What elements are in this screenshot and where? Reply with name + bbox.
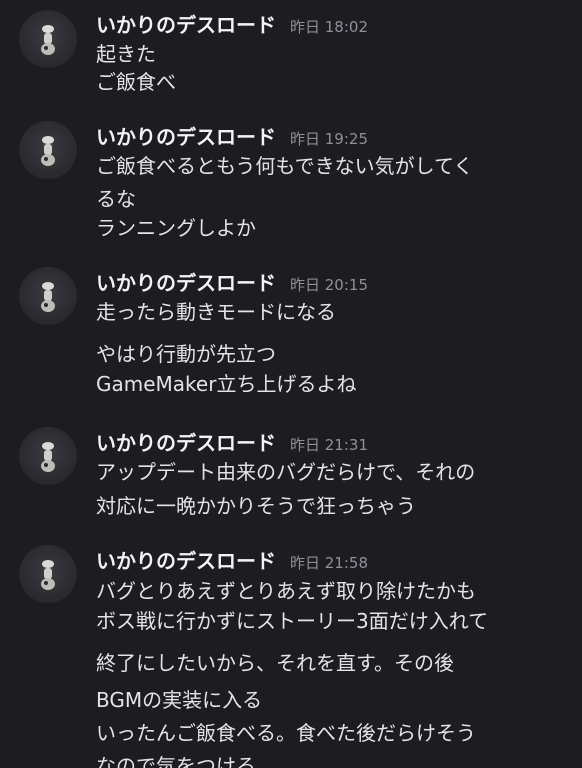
message-text: ボス戦に行かずにストーリー3面だけ入れて: [96, 609, 489, 633]
timestamp[interactable]: 昨日 21:31: [290, 436, 368, 454]
message-header: いかりのデスロード 昨日 19:25: [96, 124, 368, 150]
message-text: バグとりあえずとりあえず取り除けたかも: [96, 579, 476, 603]
message-text: 終了にしたいから、それを直す。その後: [96, 651, 454, 675]
avatar[interactable]: [19, 545, 77, 603]
message-text: ご飯食べるともう何もできない気がしてく: [96, 154, 474, 178]
message-text: ランニングしよか: [96, 216, 256, 240]
message-text: アップデート由来のバグだらけで、それの: [96, 460, 476, 484]
avatar[interactable]: [19, 427, 77, 485]
message-text: いったんご飯食べる。食べた後だらけそう: [96, 721, 476, 745]
message-text: ご飯食べ: [96, 70, 176, 94]
timestamp[interactable]: 昨日 18:02: [290, 18, 368, 36]
message-text: るな: [96, 187, 136, 211]
username[interactable]: いかりのデスロード: [96, 271, 276, 295]
message-list[interactable]: いかりのデスロード 昨日 18:02 起きた ご飯食べ いかりのデスロード 昨日 1…: [0, 0, 582, 768]
username[interactable]: いかりのデスロード: [96, 431, 276, 455]
message-text: 起きた: [96, 42, 156, 66]
figure-icon: [41, 136, 55, 166]
username[interactable]: いかりのデスロード: [96, 125, 276, 149]
figure-icon: [41, 25, 55, 55]
message-header: いかりのデスロード 昨日 18:02: [96, 12, 368, 38]
message-text: やはり行動が先立つ: [96, 342, 276, 366]
figure-icon: [41, 442, 55, 472]
message-header: いかりのデスロード 昨日 21:31: [96, 430, 368, 456]
timestamp[interactable]: 昨日 19:25: [290, 130, 368, 148]
message-text: 走ったら動きモードになる: [96, 300, 336, 324]
message-header: いかりのデスロード 昨日 20:15: [96, 270, 368, 296]
message-text: なので気をつける: [96, 754, 256, 768]
message-text: 対応に一晩かかりそうで狂っちゃう: [96, 494, 416, 518]
figure-icon: [41, 282, 55, 312]
message-header: いかりのデスロード 昨日 21:58: [96, 548, 368, 574]
avatar[interactable]: [19, 267, 77, 325]
username[interactable]: いかりのデスロード: [96, 549, 276, 573]
avatar[interactable]: [19, 121, 77, 179]
timestamp[interactable]: 昨日 20:15: [290, 276, 368, 294]
figure-icon: [41, 560, 55, 590]
timestamp[interactable]: 昨日 21:58: [290, 554, 368, 572]
message-text: BGMの実装に入る: [96, 688, 263, 712]
username[interactable]: いかりのデスロード: [96, 13, 276, 37]
avatar[interactable]: [19, 10, 77, 68]
message-text: GameMaker立ち上げるよね: [96, 372, 357, 396]
